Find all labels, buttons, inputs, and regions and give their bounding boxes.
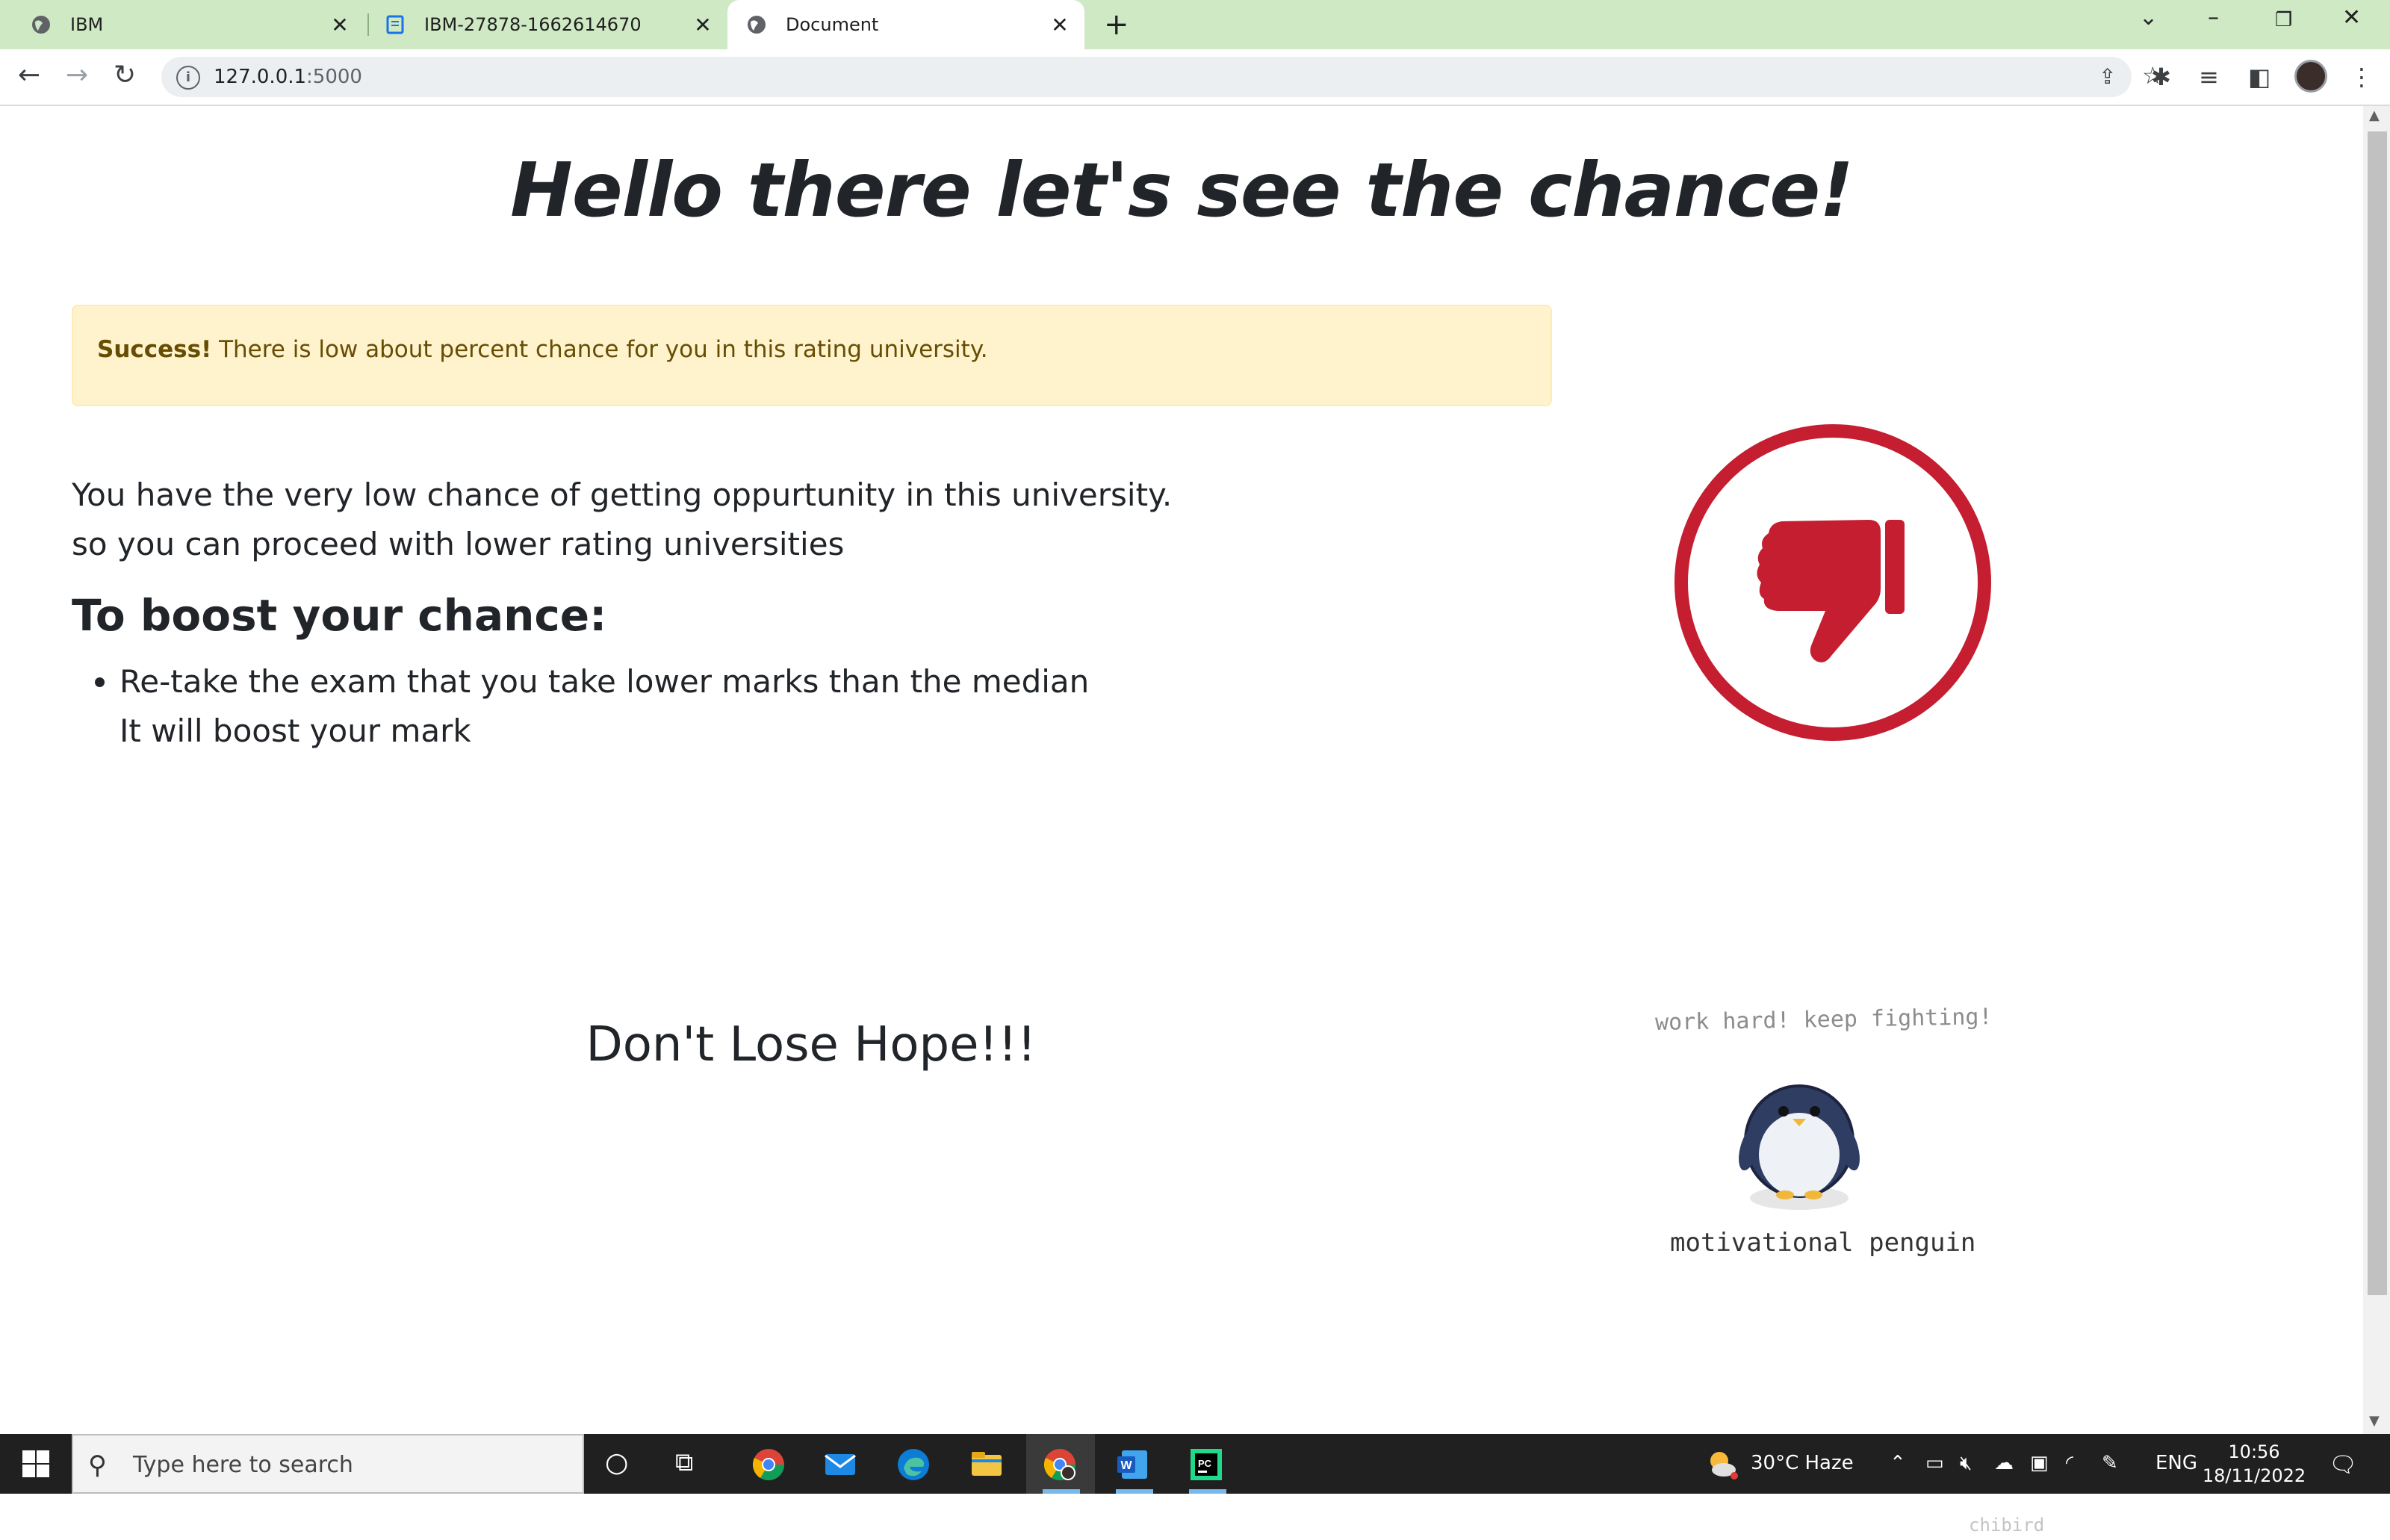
pycharm-icon[interactable]: PC (1189, 1447, 1223, 1482)
avatar[interactable] (2294, 60, 2327, 93)
close-icon[interactable]: ✕ (329, 13, 351, 37)
penguin-signature: chibird (1969, 1515, 2045, 1536)
globe-icon (745, 13, 768, 36)
back-arrow-icon[interactable]: ← (18, 60, 40, 90)
media-control-icon[interactable]: ≡ (2199, 63, 2219, 91)
scrollbar-thumb[interactable] (2368, 131, 2387, 1295)
alert-strong: Success! (97, 336, 212, 363)
share-icon[interactable]: ⇪ (2099, 64, 2116, 89)
mail-icon[interactable] (823, 1447, 857, 1482)
task-view-icon[interactable]: ⧉ (675, 1447, 693, 1477)
browser-toolbar: ← → ↻ i 127.0.0.1:5000 ⇪ ☆ ✱ ≡ ◧ ⋮ (0, 49, 2390, 106)
globe-icon (30, 13, 52, 36)
description-line: You have the very low chance of getting … (72, 476, 1173, 513)
doc-icon (384, 13, 406, 36)
thumbs-down-icon (1674, 424, 1991, 741)
windows-start-icon[interactable] (22, 1450, 49, 1477)
volume-muted-icon[interactable]: 🔇︎ (1960, 1452, 1972, 1475)
new-tab-button[interactable]: + (1104, 7, 1129, 42)
file-explorer-icon[interactable] (969, 1447, 1004, 1482)
tab-title: IBM-27878-1662614670 (424, 14, 642, 35)
tip-line: Re-take the exam that you take lower mar… (120, 663, 1090, 700)
restore-button[interactable]: ❐ (2275, 9, 2292, 31)
tips-list: Re-take the exam that you take lower mar… (72, 657, 1089, 756)
tip-line: It will boost your mark (120, 712, 471, 749)
list-item: Re-take the exam that you take lower mar… (120, 657, 1089, 756)
search-placeholder: Type here to search (133, 1452, 353, 1478)
success-alert: Success! There is low about percent chan… (72, 305, 1552, 406)
tab-ibm[interactable]: IBM ✕ (0, 0, 364, 49)
running-indicator (1189, 1489, 1226, 1494)
notification-icon[interactable]: 🗨︎ (2329, 1452, 2357, 1478)
url-text: 127.0.0.1:5000 (214, 66, 362, 88)
address-bar[interactable]: i 127.0.0.1:5000 ⇪ ☆ (161, 57, 2164, 97)
clock[interactable]: 10:56 18/11/2022 (2202, 1440, 2306, 1488)
boost-heading: To boost your chance: (72, 590, 607, 641)
info-icon[interactable]: i (176, 66, 200, 90)
weather-haze-icon[interactable] (1704, 1447, 1739, 1480)
cortana-icon[interactable]: ○ (605, 1447, 628, 1478)
close-window-button[interactable]: ✕ (2342, 4, 2361, 31)
extensions-puzzle-icon[interactable]: ✱ (2151, 63, 2171, 91)
penguin-caption: motivational penguin (1670, 1228, 1976, 1258)
tab-strip: IBM ✕ IBM-27878-1662614670 ✕ Document ✕ … (0, 0, 2390, 49)
penguin-illustration (1739, 1084, 1860, 1210)
tab-ibm-doc[interactable]: IBM-27878-1662614670 ✕ (370, 0, 727, 49)
close-icon[interactable]: ✕ (1049, 13, 1071, 37)
chrome-profile-icon[interactable] (1043, 1447, 1077, 1482)
weather-text[interactable]: 30°C Haze (1751, 1452, 1854, 1474)
svg-text:PC: PC (1198, 1458, 1212, 1469)
taskbar: ⚲ Type here to search ○ ⧉ W PC 30°C Haze… (0, 1434, 2390, 1494)
chevron-up-icon[interactable]: ⌃ (1890, 1452, 1906, 1474)
running-indicator (1043, 1489, 1080, 1494)
penguin-top-text: work hard! keep fighting! (1654, 1004, 1993, 1036)
clock-time: 10:56 (2228, 1441, 2280, 1462)
running-indicator (1116, 1489, 1153, 1494)
tab-document[interactable]: Document ✕ (727, 0, 1084, 49)
description-line: so you can proceed with lower rating uni… (72, 526, 845, 562)
forward-arrow-icon[interactable]: → (66, 60, 88, 90)
side-panel-icon[interactable]: ◧ (2248, 63, 2270, 91)
tab-search-chevron-icon[interactable]: ⌄ (2139, 4, 2158, 31)
tab-divider (367, 13, 369, 36)
taskbar-search-input[interactable]: ⚲ Type here to search (72, 1434, 584, 1494)
page-title: Hello there let's see the chance! (510, 146, 1854, 234)
edge-icon[interactable] (896, 1447, 931, 1482)
tab-title: IBM (70, 14, 104, 35)
word-icon[interactable]: W (1116, 1447, 1150, 1482)
battery-icon[interactable]: ▭ (1925, 1452, 1944, 1474)
pen-icon[interactable]: ✎ (2102, 1452, 2118, 1474)
close-icon[interactable]: ✕ (692, 13, 714, 37)
alert-text: There is low about percent chance for yo… (211, 336, 988, 363)
scroll-down-arrow-icon[interactable]: ▼ (2369, 1413, 2380, 1429)
wifi-icon[interactable]: ◜ (2066, 1452, 2073, 1474)
clock-date: 18/11/2022 (2202, 1465, 2306, 1486)
tab-title: Document (786, 14, 879, 35)
language-indicator[interactable]: ENG (2155, 1452, 2197, 1474)
svg-text:W: W (1120, 1459, 1132, 1472)
alert-message: Success! There is low about percent chan… (97, 336, 988, 363)
encouragement-text: Don't Lose Hope!!! (586, 1017, 1037, 1072)
minimize-button[interactable]: – (2208, 4, 2219, 31)
display-icon[interactable]: ▣ (2030, 1452, 2049, 1474)
onedrive-icon[interactable]: ☁ (1994, 1452, 2014, 1474)
scroll-up-arrow-icon[interactable]: ▲ (2369, 108, 2380, 123)
search-icon: ⚲ (88, 1450, 107, 1480)
chrome-icon[interactable] (751, 1447, 786, 1482)
page-viewport: Hello there let's see the chance! Succes… (0, 106, 2363, 1536)
result-description: You have the very low chance of getting … (72, 471, 1172, 569)
reload-icon[interactable]: ↻ (114, 60, 136, 90)
menu-kebab-icon[interactable]: ⋮ (2350, 63, 2374, 91)
